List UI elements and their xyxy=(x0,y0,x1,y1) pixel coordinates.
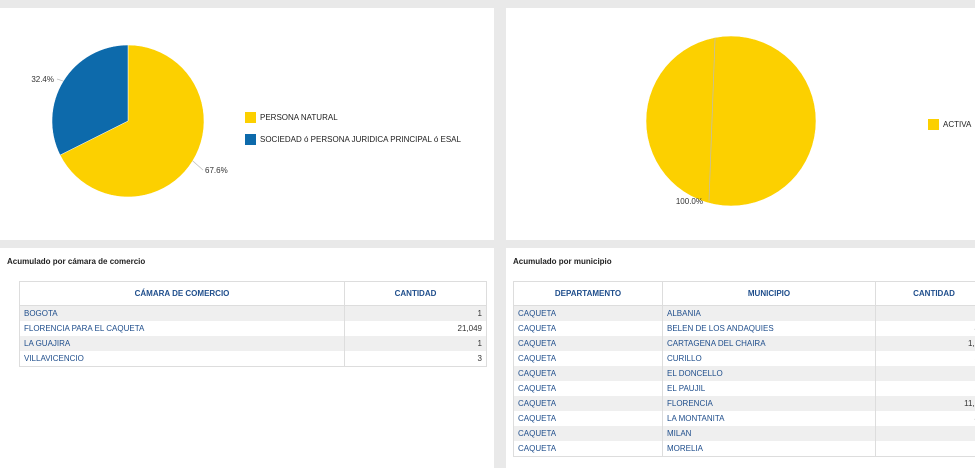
pie-slice[interactable] xyxy=(645,35,817,207)
legend-label: SOCIEDAD ó PERSONA JURIDICA PRINCIPAL ó … xyxy=(260,134,461,144)
table-row[interactable]: CAQUETAFLORENCIA11,772 xyxy=(513,396,975,411)
table-cell: 819 xyxy=(875,366,975,381)
table-cell: CAQUETA xyxy=(513,321,663,336)
municipio-table-panel: Acumulado por municipio DEPARTAMENTO MUN… xyxy=(506,248,975,468)
table-cell: ALBANIA xyxy=(662,305,876,321)
table-row[interactable]: CAQUETAMORELIA185 xyxy=(513,441,975,457)
table-row[interactable]: CAQUETAEL PAUJIL540 xyxy=(513,381,975,396)
table-cell: CAQUETA xyxy=(513,396,663,411)
table-cell: 540 xyxy=(875,381,975,396)
column-header-cantidad[interactable]: CANTIDAD xyxy=(875,281,975,306)
table-row[interactable]: CAQUETAALBANIA186 xyxy=(513,305,975,321)
table-cell: 402 xyxy=(875,321,975,336)
table-cell: FLORENCIA PARA EL CAQUETA xyxy=(19,321,345,336)
column-header-camara[interactable]: CÁMARA DE COMERCIO xyxy=(19,281,345,306)
table-row[interactable]: CAQUETALA MONTANITA414 xyxy=(513,411,975,426)
table-row[interactable]: VILLAVICENCIO 3 xyxy=(19,351,487,367)
table-cell: CURILLO xyxy=(662,351,876,366)
table-cell: CAQUETA xyxy=(513,381,663,396)
table-cell: CAQUETA xyxy=(513,351,663,366)
table-cell: VILLAVICENCIO xyxy=(19,351,345,367)
column-header-cantidad[interactable]: CANTIDAD xyxy=(344,281,487,306)
pie-data-label: 32.4% xyxy=(31,75,54,84)
table-row[interactable]: CAQUETABELEN DE LOS ANDAQUIES402 xyxy=(513,321,975,336)
table-cell: 11,772 xyxy=(875,396,975,411)
column-header-departamento[interactable]: DEPARTAMENTO xyxy=(513,281,663,306)
table-cell: BOGOTA xyxy=(19,305,345,321)
column-header-municipio[interactable]: MUNICIPIO xyxy=(662,281,876,306)
table-row[interactable]: BOGOTA 1 xyxy=(19,305,487,321)
pie-chart-panel-tipo: 67.6% 32.4% PERSONA NATURAL SOCIEDAD ó PE… xyxy=(0,8,494,240)
legend-swatch xyxy=(928,118,939,130)
legend-swatch xyxy=(245,133,256,145)
legend-label: ACTIVA xyxy=(943,119,972,129)
table-cell: CAQUETA xyxy=(513,366,663,381)
legend-item-sociedad[interactable]: SOCIEDAD ó PERSONA JURIDICA PRINCIPAL ó … xyxy=(245,133,461,145)
pie-chart-panel-estado: 100.0% ACTIVA xyxy=(506,8,975,240)
table-cell: CAQUETA xyxy=(513,441,663,457)
table-cell: LA MONTANITA xyxy=(662,411,876,426)
pie-data-label: 67.6% xyxy=(205,166,228,175)
table-row[interactable]: CAQUETAMILAN241 xyxy=(513,426,975,441)
pie-legend-estado: ACTIVA xyxy=(928,118,971,140)
pie-leader-line xyxy=(192,160,204,171)
table-cell: 1 xyxy=(344,305,487,321)
camara-table: CÁMARA DE COMERCIO CANTIDAD BOGOTA 1 FLORE… xyxy=(19,281,487,367)
panel-title: Acumulado por municipio xyxy=(513,257,612,266)
table-cell: MORELIA xyxy=(662,441,876,457)
table-cell: LA GUAJIRA xyxy=(19,336,345,351)
table-cell: BELEN DE LOS ANDAQUIES xyxy=(662,321,876,336)
table-cell: 414 xyxy=(875,411,975,426)
table-row[interactable]: LA GUAJIRA 1 xyxy=(19,336,487,351)
table-row[interactable]: FLORENCIA PARA EL CAQUETA 21,049 xyxy=(19,321,487,336)
legend-item-activa[interactable]: ACTIVA xyxy=(928,118,971,130)
table-cell: CAQUETA xyxy=(513,411,663,426)
table-cell: 398 xyxy=(875,351,975,366)
table-cell: MILAN xyxy=(662,426,876,441)
municipio-table: DEPARTAMENTO MUNICIPIO CANTIDAD CAQUETA A… xyxy=(513,281,975,457)
pie-chart-estado: 100.0% xyxy=(645,35,817,207)
table-cell: 1,276 xyxy=(875,336,975,351)
table-cell: 186 xyxy=(875,305,975,321)
panel-title: Acumulado por cámara de comercio xyxy=(7,257,146,266)
table-cell: 241 xyxy=(875,426,975,441)
legend-item-persona-natural[interactable]: PERSONA NATURAL xyxy=(245,111,461,123)
pie-data-label: 100.0% xyxy=(676,197,703,206)
table-cell: 1 xyxy=(344,336,487,351)
table-cell: 3 xyxy=(344,351,487,367)
table-cell: CARTAGENA DEL CHAIRA xyxy=(662,336,876,351)
table-cell: 185 xyxy=(875,441,975,457)
camara-table-panel: Acumulado por cámara de comercio CÁMARA … xyxy=(0,248,494,468)
table-cell: CAQUETA xyxy=(513,305,663,321)
table-row[interactable]: CAQUETACARTAGENA DEL CHAIRA1,276 xyxy=(513,336,975,351)
table-cell: EL PAUJIL xyxy=(662,381,876,396)
legend-swatch xyxy=(245,111,256,123)
pie-legend-tipo: PERSONA NATURAL SOCIEDAD ó PERSONA JURID… xyxy=(245,111,461,155)
table-cell: EL DONCELLO xyxy=(662,366,876,381)
legend-label: PERSONA NATURAL xyxy=(260,112,338,122)
table-cell: FLORENCIA xyxy=(662,396,876,411)
table-cell: CAQUETA xyxy=(513,426,663,441)
table-row[interactable]: CAQUETAEL DONCELLO819 xyxy=(513,366,975,381)
table-cell: 21,049 xyxy=(344,321,487,336)
table-row[interactable]: CAQUETACURILLO398 xyxy=(513,351,975,366)
table-cell: CAQUETA xyxy=(513,336,663,351)
pie-leader-line xyxy=(56,78,64,82)
